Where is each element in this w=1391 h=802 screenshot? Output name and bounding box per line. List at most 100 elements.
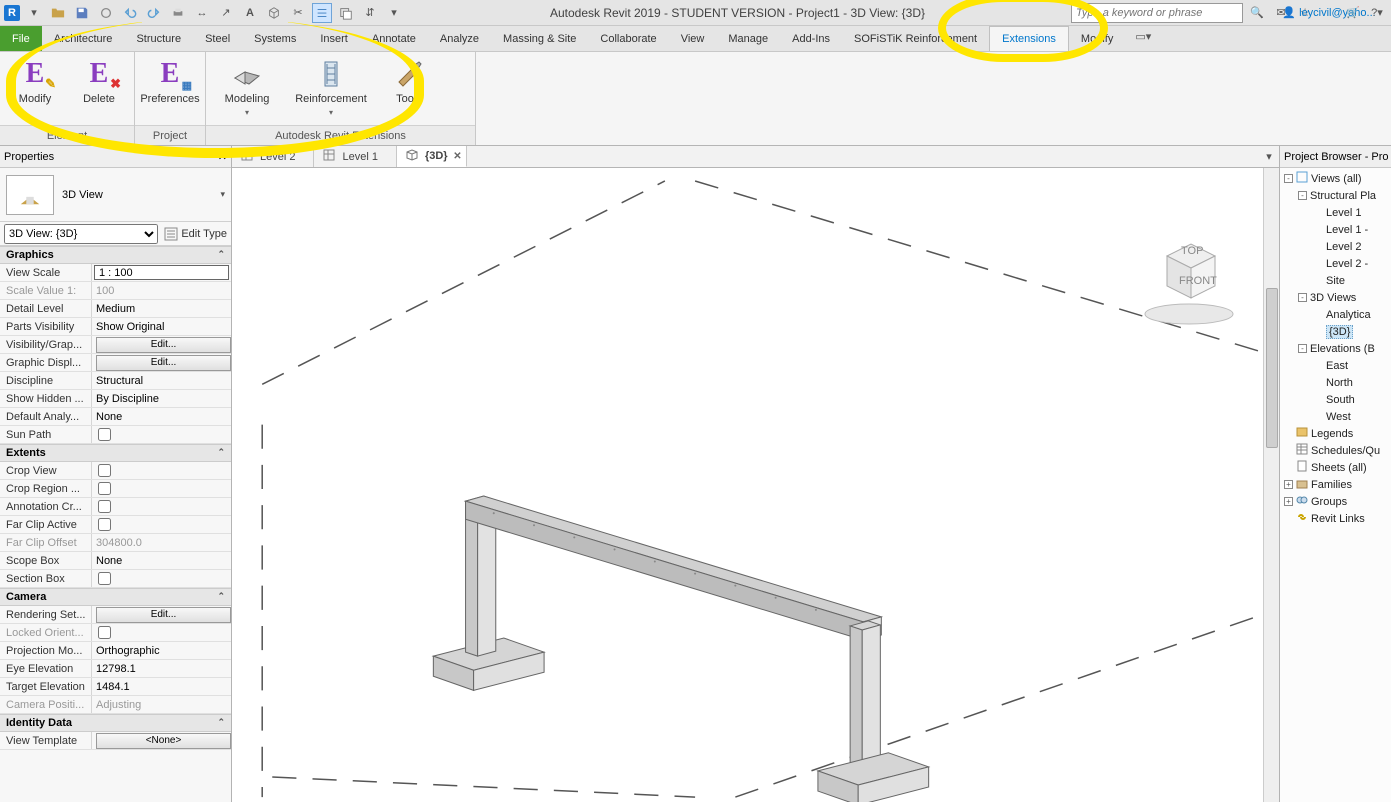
tab-manage[interactable]: Manage <box>716 26 780 51</box>
tree-expander-icon[interactable]: - <box>1298 293 1307 302</box>
prop-value[interactable]: 12798.1 <box>92 660 231 677</box>
delete-button[interactable]: E✖ Delete <box>70 56 128 105</box>
tab-architecture[interactable]: Architecture <box>42 26 125 51</box>
tab-steel[interactable]: Steel <box>193 26 242 51</box>
prop-value[interactable] <box>92 624 231 641</box>
tree-node[interactable]: Legends <box>1280 425 1391 442</box>
tree-node[interactable]: Level 2 <box>1280 238 1391 255</box>
tab-insert[interactable]: Insert <box>308 26 360 51</box>
tab-systems[interactable]: Systems <box>242 26 308 51</box>
tree-node[interactable]: Revit Links <box>1280 510 1391 527</box>
view-tabs-menu-icon[interactable]: ▾ <box>1259 146 1279 166</box>
prop-value[interactable]: 1484.1 <box>92 678 231 695</box>
tab-analyze[interactable]: Analyze <box>428 26 491 51</box>
prop-value[interactable] <box>92 426 231 443</box>
tab-structure[interactable]: Structure <box>124 26 193 51</box>
close-inactive-icon[interactable] <box>336 3 356 23</box>
tab-extensions[interactable]: Extensions <box>989 26 1069 51</box>
tab-modify[interactable]: Modify <box>1069 26 1125 51</box>
edit-button[interactable]: Edit... <box>96 355 231 371</box>
3d-icon[interactable] <box>264 3 284 23</box>
prop-value[interactable] <box>92 480 231 497</box>
tree-node[interactable]: Site <box>1280 272 1391 289</box>
measure-icon[interactable]: ↔ <box>192 3 212 23</box>
prop-category[interactable]: Camera⌃ <box>0 588 231 606</box>
prop-value[interactable]: <None> <box>92 732 231 749</box>
prop-category[interactable]: Graphics⌃ <box>0 246 231 264</box>
reinforcement-button[interactable]: Reinforcement▾ <box>288 56 374 117</box>
tab-annotate[interactable]: Annotate <box>360 26 428 51</box>
checkbox[interactable] <box>98 518 111 531</box>
prop-value[interactable]: Edit... <box>92 336 231 353</box>
prop-value[interactable] <box>92 462 231 479</box>
tree-expander-icon[interactable]: + <box>1284 480 1293 489</box>
modify-button[interactable]: E✎ Modify <box>6 56 64 105</box>
drawing-canvas[interactable]: FRONT TOP <box>232 168 1279 802</box>
prop-value[interactable]: Structural <box>92 372 231 389</box>
instance-selector[interactable]: 3D View: {3D} <box>4 224 158 244</box>
tree-node[interactable]: Level 2 - <box>1280 255 1391 272</box>
prop-value[interactable]: None <box>92 552 231 569</box>
tree-node[interactable]: -Elevations (B <box>1280 340 1391 357</box>
tab-collaborate[interactable]: Collaborate <box>588 26 668 51</box>
prop-value[interactable]: By Discipline <box>92 390 231 407</box>
undo-icon[interactable] <box>120 3 140 23</box>
prop-value[interactable]: Edit... <box>92 606 231 623</box>
prop-value[interactable] <box>92 570 231 587</box>
tree-node[interactable]: +Groups <box>1280 493 1391 510</box>
prop-value[interactable]: 1 : 100 <box>94 265 229 280</box>
search-input[interactable] <box>1071 3 1243 23</box>
tree-node[interactable]: Level 1 - <box>1280 221 1391 238</box>
tree-node[interactable]: {3D} <box>1280 323 1391 340</box>
tree-node[interactable]: South <box>1280 391 1391 408</box>
tab-massing-site[interactable]: Massing & Site <box>491 26 588 51</box>
prop-value[interactable]: Show Original <box>92 318 231 335</box>
tree-expander-icon[interactable]: - <box>1284 174 1293 183</box>
tree-expander-icon[interactable]: + <box>1284 497 1293 506</box>
checkbox[interactable] <box>98 572 111 585</box>
tree-node[interactable]: -3D Views <box>1280 289 1391 306</box>
checkbox[interactable] <box>98 428 111 441</box>
tree-node[interactable]: Schedules/Qu <box>1280 442 1391 459</box>
tree-node[interactable]: +Families <box>1280 476 1391 493</box>
sync-icon[interactable] <box>96 3 116 23</box>
prop-value[interactable]: Orthographic <box>92 642 231 659</box>
edit-button[interactable]: Edit... <box>96 337 231 353</box>
prop-value[interactable]: 304800.0 <box>92 534 231 551</box>
tree-node[interactable]: -Views (all) <box>1280 170 1391 187</box>
prop-category[interactable]: Identity Data⌃ <box>0 714 231 732</box>
app-menu-arrow[interactable]: ▾ <box>24 3 44 23</box>
view-cube[interactable]: FRONT TOP <box>1139 228 1239 328</box>
save-icon[interactable] <box>72 3 92 23</box>
edit-button[interactable]: <None> <box>96 733 231 749</box>
tree-expander-icon[interactable]: - <box>1298 191 1307 200</box>
view-tab[interactable]: Level 1 <box>314 146 396 167</box>
redo-icon[interactable] <box>144 3 164 23</box>
tree-node[interactable]: North <box>1280 374 1391 391</box>
type-dropdown-icon[interactable]: ▾ <box>220 189 225 200</box>
thin-lines-icon[interactable] <box>312 3 332 23</box>
close-icon[interactable]: ✕ <box>453 151 461 162</box>
prop-value[interactable] <box>92 516 231 533</box>
tab-view[interactable]: View <box>669 26 717 51</box>
tree-node[interactable]: Level 1 <box>1280 204 1391 221</box>
tree-node[interactable]: East <box>1280 357 1391 374</box>
section-icon[interactable]: ✂ <box>288 3 308 23</box>
close-icon[interactable]: ✕ <box>218 150 227 163</box>
prop-value[interactable]: Adjusting <box>92 696 231 713</box>
checkbox[interactable] <box>98 464 111 477</box>
dimension-icon[interactable]: ↗ <box>216 3 236 23</box>
app-store-icon[interactable]: 🛒 <box>1343 3 1363 23</box>
prop-category[interactable]: Extents⌃ <box>0 444 231 462</box>
tools-button[interactable]: Tools▾ <box>380 56 438 117</box>
search-icon[interactable]: 🔍 <box>1247 3 1267 23</box>
tree-node[interactable]: West <box>1280 408 1391 425</box>
tab-sofistik-reinforcement[interactable]: SOFiSTiK Reinforcement <box>842 26 989 51</box>
tab-file[interactable]: File <box>0 26 42 51</box>
qat-customize-icon[interactable]: ▾ <box>384 3 404 23</box>
text-icon[interactable]: A <box>240 3 260 23</box>
prop-value[interactable]: Edit... <box>92 354 231 371</box>
tree-expander-icon[interactable]: - <box>1298 344 1307 353</box>
help-icon[interactable]: ?▾ <box>1367 3 1387 23</box>
prop-value[interactable] <box>92 498 231 515</box>
